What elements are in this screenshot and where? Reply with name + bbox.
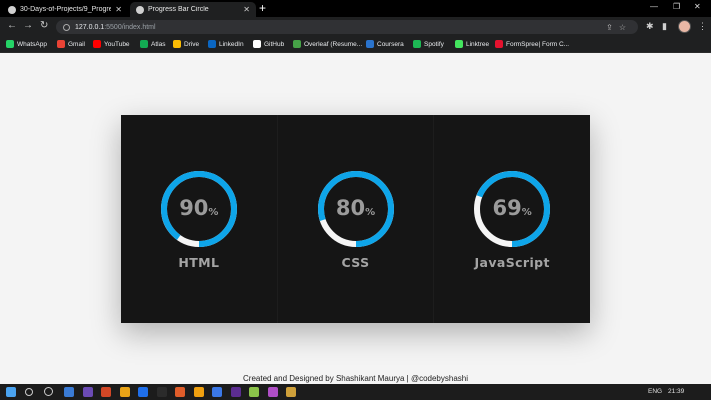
address-bar[interactable]: 127.0.0.1:5500/index.html ⇪☆: [56, 20, 638, 34]
forward-icon[interactable]: →: [23, 20, 33, 31]
app-icon[interactable]: [101, 387, 111, 397]
search-icon[interactable]: [25, 388, 33, 396]
app-icon[interactable]: [212, 387, 222, 397]
sidepanel-icon[interactable]: ▮: [662, 21, 667, 32]
app-icon[interactable]: [175, 387, 185, 397]
bookmark-formspree[interactable]: FormSpree| Form C...: [495, 40, 569, 48]
taskbar: ENG 21:39: [0, 384, 711, 400]
linkedin-icon: [208, 40, 216, 48]
bookmark-drive[interactable]: Drive: [173, 40, 199, 48]
back-icon[interactable]: ←: [7, 20, 17, 31]
youtube-icon: [93, 40, 101, 48]
url-host: 127.0.0.1: [75, 23, 105, 31]
overleaf-icon: [293, 40, 301, 48]
bookmark-gmail[interactable]: Gmail: [57, 40, 85, 48]
coursera-icon: [366, 40, 374, 48]
tab-strip: 30-Days-of-Projects/9_Progress ✕ Progres…: [0, 0, 711, 17]
browser-toolbar: ← → ↻ 127.0.0.1:5500/index.html ⇪☆ ✱ ▮ ⋮: [0, 17, 711, 37]
github-icon: [253, 40, 261, 48]
tab-progress-bar[interactable]: Progress Bar Circle ✕: [130, 2, 256, 17]
bookmark-label: WhatsApp: [17, 40, 47, 48]
whatsapp-icon: [6, 40, 14, 48]
bookmark-label: Gmail: [68, 40, 85, 48]
bookmark-label: Atlas: [151, 40, 166, 48]
maximize-icon[interactable]: ❐: [673, 2, 680, 11]
bookmark-linktree[interactable]: Linktree: [455, 40, 489, 48]
clock[interactable]: 21:39: [668, 388, 684, 395]
menu-icon[interactable]: ⋮: [698, 21, 707, 32]
close-icon[interactable]: ✕: [243, 5, 250, 14]
avatar[interactable]: [678, 20, 691, 33]
linktree-icon: [455, 40, 463, 48]
bookmark-label: Overleaf (Resume...: [304, 40, 363, 48]
skill-label: HTML: [178, 255, 220, 270]
progress-card: 90% HTML 80% CSS 69% JavaScript: [121, 115, 590, 323]
new-tab-button[interactable]: +: [259, 1, 266, 15]
github-icon: [8, 5, 16, 14]
bookmark-coursera[interactable]: Coursera: [366, 40, 404, 48]
bookmark-label: FormSpree| Form C...: [506, 40, 570, 48]
bookmark-label: YouTube: [104, 40, 130, 48]
progress-ring: [317, 171, 394, 247]
bookmark-whatsapp[interactable]: WhatsApp: [6, 40, 47, 48]
progress-item-css: 80% CSS: [276, 115, 434, 323]
drive-icon: [173, 40, 181, 48]
app-icon[interactable]: [82, 387, 93, 397]
spotify-icon: [413, 40, 421, 48]
bookmark-label: Spotify: [424, 40, 444, 48]
bookmark-linkedin[interactable]: LinkedIn: [208, 40, 244, 48]
bookmark-overleaf[interactable]: Overleaf (Resume...: [293, 40, 362, 48]
url-path: :5500/index.html: [104, 23, 156, 31]
app-icon[interactable]: [64, 387, 74, 397]
progress-item-javascript: 69% JavaScript: [433, 115, 590, 323]
globe-icon: [136, 5, 144, 14]
bookmark-atlas[interactable]: Atlas: [140, 40, 165, 48]
gmail-icon: [57, 40, 65, 48]
bookmark-label: LinkedIn: [219, 40, 244, 48]
close-icon[interactable]: ✕: [115, 5, 122, 14]
chrome-icon[interactable]: [138, 387, 148, 397]
bookmark-label: GitHub: [264, 40, 285, 48]
progress-item-html: 90% HTML: [121, 115, 277, 323]
bookmark-label: Linktree: [466, 40, 490, 48]
atlas-icon: [140, 40, 148, 48]
footer-credit: Created and Designed by Shashikant Maury…: [243, 374, 468, 383]
tab-github-repo[interactable]: 30-Days-of-Projects/9_Progress ✕: [2, 2, 128, 17]
minimize-icon[interactable]: —: [650, 2, 658, 11]
tab-title: 30-Days-of-Projects/9_Progress: [20, 6, 112, 13]
app-icon[interactable]: [249, 387, 259, 397]
ring-progress: [160, 171, 237, 247]
formspree-icon: [495, 40, 503, 48]
app-icon[interactable]: [119, 387, 130, 397]
skill-label: CSS: [341, 255, 370, 270]
bookmarks-bar: WhatsApp Gmail YouTube Atlas Drive LinkedIn Gi…: [0, 37, 711, 53]
language-indicator[interactable]: ENG: [648, 388, 662, 395]
windows-start-icon[interactable]: [6, 387, 16, 397]
app-icon[interactable]: [286, 387, 296, 397]
app-icon[interactable]: [193, 387, 204, 397]
bookmark-youtube[interactable]: YouTube: [93, 40, 130, 48]
info-icon[interactable]: [63, 23, 70, 31]
extensions-icon[interactable]: ✱: [646, 21, 654, 32]
close-window-icon[interactable]: ✕: [694, 2, 701, 11]
vscode-icon[interactable]: [156, 387, 167, 397]
skill-label: JavaScript: [474, 255, 550, 270]
bookmark-github[interactable]: GitHub: [253, 40, 284, 48]
progress-ring: [474, 171, 551, 247]
share-bookmark-icons[interactable]: ⇪☆: [606, 23, 632, 32]
progress-ring: [160, 171, 237, 247]
bookmark-label: Drive: [184, 40, 200, 48]
bookmark-spotify[interactable]: Spotify: [413, 40, 444, 48]
app-icon[interactable]: [230, 387, 241, 397]
cortana-icon[interactable]: [44, 387, 53, 396]
app-icon[interactable]: [267, 387, 278, 397]
reload-icon[interactable]: ↻: [40, 20, 48, 31]
bookmark-label: Coursera: [377, 40, 404, 48]
tab-title: Progress Bar Circle: [148, 6, 209, 13]
